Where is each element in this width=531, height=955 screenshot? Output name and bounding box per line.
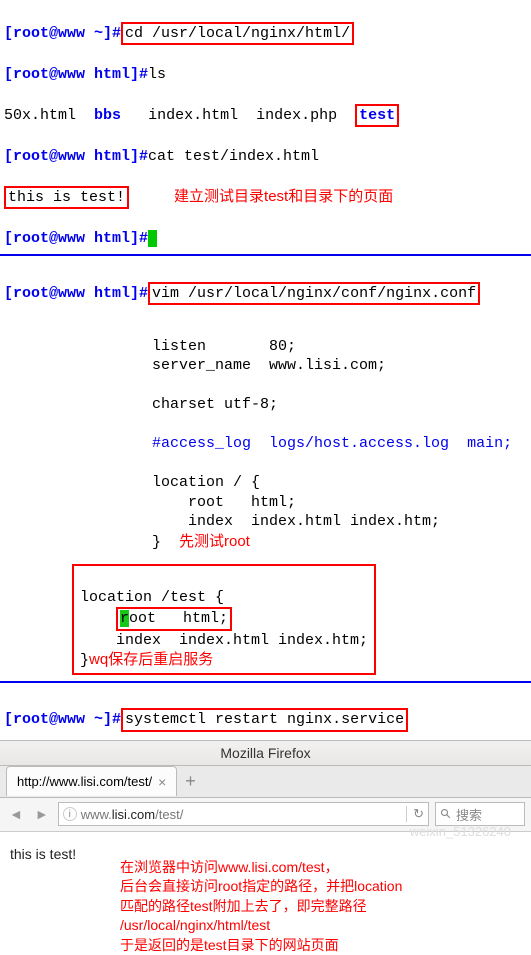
root-directive-box: root html; <box>116 607 232 631</box>
conf-line: index index.html index.htm; <box>80 632 368 649</box>
annotation: 建立测试目录test和目录下的页面 <box>174 188 393 205</box>
divider <box>0 254 531 256</box>
prompt: [root@www html]# <box>4 148 148 165</box>
ls-file: index.php <box>256 107 337 124</box>
ls-dir: bbs <box>94 107 121 124</box>
ls-file: index.html <box>148 107 238 124</box>
prompt: [root@www html]# <box>4 66 148 83</box>
conf-line: } <box>80 534 161 551</box>
reload-button[interactable]: ↻ <box>406 806 424 822</box>
cursor-icon: r <box>120 610 129 627</box>
prompt: [root@www html]# <box>4 285 148 302</box>
search-placeholder: 搜索 <box>456 805 482 824</box>
conf-line: root html; <box>80 494 296 511</box>
ls-dir-test: test <box>355 104 399 128</box>
cmd-ls: ls <box>148 66 166 83</box>
cmd-cd: cd /usr/local/nginx/html/ <box>121 22 354 46</box>
forward-button[interactable]: ► <box>32 806 52 822</box>
close-icon[interactable]: × <box>158 774 166 790</box>
watermark: weixin_51326240 <box>410 824 511 839</box>
conf-line: index index.html index.htm; <box>80 513 440 530</box>
annotation-line: 匹配的路径test附加上去了，即完整路径 <box>120 897 531 917</box>
annotation-line: /usr/local/nginx/html/test <box>120 916 531 936</box>
divider <box>0 681 531 683</box>
cmd-systemctl: systemctl restart nginx.service <box>121 708 408 732</box>
conf-line: server_name www.lisi.com; <box>80 357 386 374</box>
cat-output: this is test! <box>4 186 129 210</box>
conf-line: location /test { <box>80 589 224 606</box>
prompt: [root@www html]# <box>4 230 148 247</box>
annotation-line: 后台会直接访问root指定的路径，并把location <box>120 877 531 897</box>
firefox-tab-bar: http://www.lisi.com/test/ × + <box>0 766 531 798</box>
site-info-icon[interactable]: i <box>63 807 77 821</box>
back-button[interactable]: ◄ <box>6 806 26 822</box>
url-bar[interactable]: i www.lisi.com/test/ ↻ <box>58 802 429 826</box>
annotation: 先测试root <box>179 533 250 550</box>
annotation-block: 在浏览器中访问www.lisi.com/test， 后台会直接访问root指定的… <box>0 858 531 955</box>
prompt: [root@www ~]# <box>4 25 121 42</box>
conf-line: charset utf-8; <box>80 396 278 413</box>
new-tab-button[interactable]: + <box>177 771 204 792</box>
annotation-line: 在浏览器中访问www.lisi.com/test， <box>120 858 531 878</box>
location-test-block: location /test { root html; index index.… <box>72 564 376 675</box>
window-title: Mozilla Firefox <box>220 745 310 761</box>
terminal-block-1: [root@www ~]#cd /usr/local/nginx/html/ [… <box>0 0 531 250</box>
ls-file: 50x.html <box>4 107 76 124</box>
annotation: wq保存后重启服务 <box>89 651 213 668</box>
conf-line: listen 80; <box>80 338 296 355</box>
conf-line: } <box>80 652 89 669</box>
search-icon <box>440 808 452 820</box>
firefox-titlebar: Mozilla Firefox <box>0 740 531 766</box>
conf-line: location / { <box>80 474 260 491</box>
prompt: [root@www ~]# <box>4 711 121 728</box>
cursor-icon <box>148 230 157 247</box>
url-text: www.lisi.com/test/ <box>81 807 406 822</box>
cmd-cat: cat test/index.html <box>148 148 319 165</box>
conf-comment: #access_log logs/host.access.log main; <box>80 435 512 452</box>
search-box[interactable]: 搜索 <box>435 802 525 826</box>
tab-title: http://www.lisi.com/test/ <box>17 774 152 789</box>
browser-tab[interactable]: http://www.lisi.com/test/ × <box>6 766 177 796</box>
terminal-block-2: [root@www html]#vim /usr/local/nginx/con… <box>0 260 531 307</box>
terminal-block-3: [root@www ~]#systemctl restart nginx.ser… <box>0 687 531 734</box>
annotation-line: 于是返回的是test目录下的网站页面 <box>120 936 531 955</box>
cmd-vim: vim /usr/local/nginx/conf/nginx.conf <box>148 282 480 306</box>
nginx-conf: listen 80; server_name www.lisi.com; cha… <box>0 317 531 552</box>
